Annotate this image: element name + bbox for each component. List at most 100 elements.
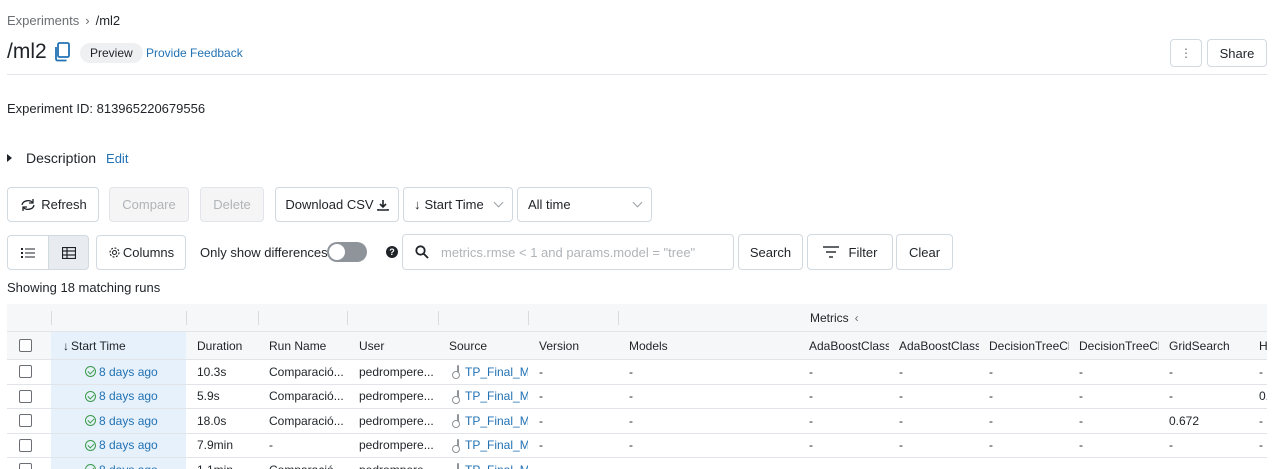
check-circle-icon — [85, 439, 96, 451]
chevron-down-icon — [493, 197, 504, 208]
table-body: 8 days ago 10.3s Comparació... pedrompere..… — [7, 360, 1267, 469]
row-select-cell — [11, 458, 41, 469]
filter-label: Filter — [848, 244, 878, 260]
header-metric-1[interactable]: AdaBoostClassif — [801, 332, 889, 359]
cell-start-time[interactable]: 8 days ago — [55, 385, 186, 409]
metrics-group-header[interactable]: Metrics ‹ — [802, 304, 922, 331]
list-view-button[interactable] — [7, 235, 49, 270]
search-button[interactable]: Search — [738, 234, 803, 270]
row-checkbox[interactable] — [19, 463, 32, 469]
header-metric-4[interactable]: DecisionTreeCla: — [1071, 332, 1159, 359]
header-metric-2[interactable]: AdaBoostClassif — [891, 332, 979, 359]
download-csv-button[interactable]: Download CSV — [275, 187, 399, 222]
cell-metric-5: - — [1161, 385, 1249, 409]
description-section[interactable]: Description Edit — [7, 150, 128, 166]
cell-duration: 5.9s — [189, 385, 258, 409]
cell-source[interactable]: TP_Final_M — [441, 409, 528, 433]
cell-metric-2: - — [891, 385, 979, 409]
table-row[interactable]: 8 days ago 5.9s Comparació... pedrompere...… — [7, 384, 1267, 409]
row-checkbox[interactable] — [19, 365, 32, 379]
row-checkbox[interactable] — [19, 438, 32, 452]
header-duration[interactable]: Duration — [189, 332, 258, 359]
table-row[interactable]: 8 days ago 10.3s Comparació... pedrompere..… — [7, 360, 1267, 385]
breadcrumb: Experiments › /ml2 — [7, 13, 120, 28]
table-view-button[interactable] — [48, 235, 89, 270]
cell-version-text: - — [539, 438, 543, 453]
cell-source[interactable]: TP_Final_M — [441, 360, 528, 384]
chevron-down-icon — [632, 197, 643, 208]
select-all-checkbox[interactable] — [19, 339, 32, 352]
header-source[interactable]: Source — [441, 332, 528, 359]
filter-button[interactable]: Filter — [807, 234, 893, 270]
experiment-id-label: Experiment ID: — [7, 101, 93, 116]
cell-source-text: TP_Final_M — [465, 463, 528, 469]
header-metric-5[interactable]: GridSearch — [1161, 332, 1249, 359]
cell-metric-5-text: 0.672 — [1169, 413, 1200, 428]
share-button[interactable]: Share — [1207, 39, 1267, 67]
search-box[interactable] — [402, 234, 734, 270]
table-row[interactable]: 8 days ago 7.9min - pedrompere... TP_Final_M… — [7, 433, 1267, 458]
cell-user: pedrompere... — [351, 385, 438, 409]
cell-start-time[interactable]: 8 days ago — [55, 434, 186, 458]
description-label[interactable]: Description — [26, 150, 96, 166]
columns-label: Columns — [122, 245, 175, 260]
cell-models-text: - — [629, 463, 633, 469]
only-differences-toggle[interactable] — [327, 242, 367, 262]
column-group-header: Metrics ‹ — [7, 304, 1267, 332]
select-all-cell — [11, 332, 41, 359]
help-icon[interactable]: ? — [386, 246, 398, 258]
cell-start-time[interactable]: 8 days ago — [55, 409, 186, 433]
experiment-id-value: 813965220679556 — [96, 101, 206, 116]
breadcrumb-experiments-link[interactable]: Experiments — [7, 13, 79, 28]
cell-metric-3: - — [981, 385, 1069, 409]
time-range-select[interactable]: All time — [517, 187, 652, 222]
notebook-icon — [452, 438, 460, 453]
cell-start-time[interactable]: 8 days ago — [55, 360, 186, 384]
description-edit-link[interactable]: Edit — [106, 151, 128, 166]
table-row[interactable]: 8 days ago 18.0s Comparació... pedrompere..… — [7, 409, 1267, 434]
cell-version-text: - — [539, 413, 543, 428]
compare-button[interactable]: Compare — [109, 187, 189, 222]
chevron-left-icon[interactable]: ‹ — [855, 311, 859, 325]
header-start-time[interactable]: ↓ Start Time — [55, 332, 186, 359]
table-row[interactable]: 8 days ago 1.1min Comparació... pedrompere.… — [7, 458, 1267, 469]
cell-source[interactable]: TP_Final_M — [441, 385, 528, 409]
list-icon — [21, 247, 35, 258]
header-version[interactable]: Version — [531, 332, 618, 359]
cell-start-time[interactable]: 8 days ago — [55, 458, 186, 469]
provide-feedback-link[interactable]: Provide Feedback — [146, 46, 243, 60]
cell-source[interactable]: TP_Final_M — [441, 458, 528, 469]
matching-runs-count: Showing 18 matching runs — [7, 280, 161, 295]
cell-metric-5: 0.672 — [1161, 409, 1249, 433]
delete-button[interactable]: Delete — [200, 187, 264, 222]
refresh-label: Refresh — [41, 197, 87, 212]
preview-badge: Preview — [80, 43, 143, 63]
clear-button[interactable]: Clear — [896, 234, 953, 270]
header-user[interactable]: User — [351, 332, 438, 359]
cell-metric-6-text: - — [1259, 463, 1263, 469]
row-checkbox[interactable] — [19, 414, 32, 428]
refresh-button[interactable]: Refresh — [7, 187, 99, 222]
cell-run-name: Comparació... — [261, 360, 347, 384]
cell-metric-2-text: - — [899, 438, 903, 453]
header-models[interactable]: Models — [621, 332, 801, 359]
cell-start-time-text: 8 days ago — [99, 413, 158, 428]
header-run-name[interactable]: Run Name — [261, 332, 347, 359]
caret-right-icon[interactable] — [7, 154, 12, 162]
sort-select[interactable]: ↓ Start Time — [403, 187, 513, 222]
columns-button[interactable]: Columns — [96, 235, 186, 270]
header-metric-6[interactable]: H — [1251, 332, 1267, 359]
more-options-button[interactable]: ⋮ — [1170, 39, 1202, 67]
table-icon — [61, 246, 76, 259]
cell-metric-1: - — [801, 409, 889, 433]
cell-source[interactable]: TP_Final_M — [441, 434, 528, 458]
cell-duration-text: 10.3s — [197, 364, 227, 379]
search-input[interactable] — [441, 244, 721, 260]
row-checkbox[interactable] — [19, 389, 32, 403]
copy-icon[interactable] — [53, 42, 71, 62]
row-select-cell — [11, 409, 41, 433]
header-metric-3[interactable]: DecisionTreeCla: — [981, 332, 1069, 359]
cell-version: - — [531, 360, 618, 384]
cell-metric-4: - — [1071, 434, 1159, 458]
cell-metric-6: 0. — [1251, 385, 1267, 409]
